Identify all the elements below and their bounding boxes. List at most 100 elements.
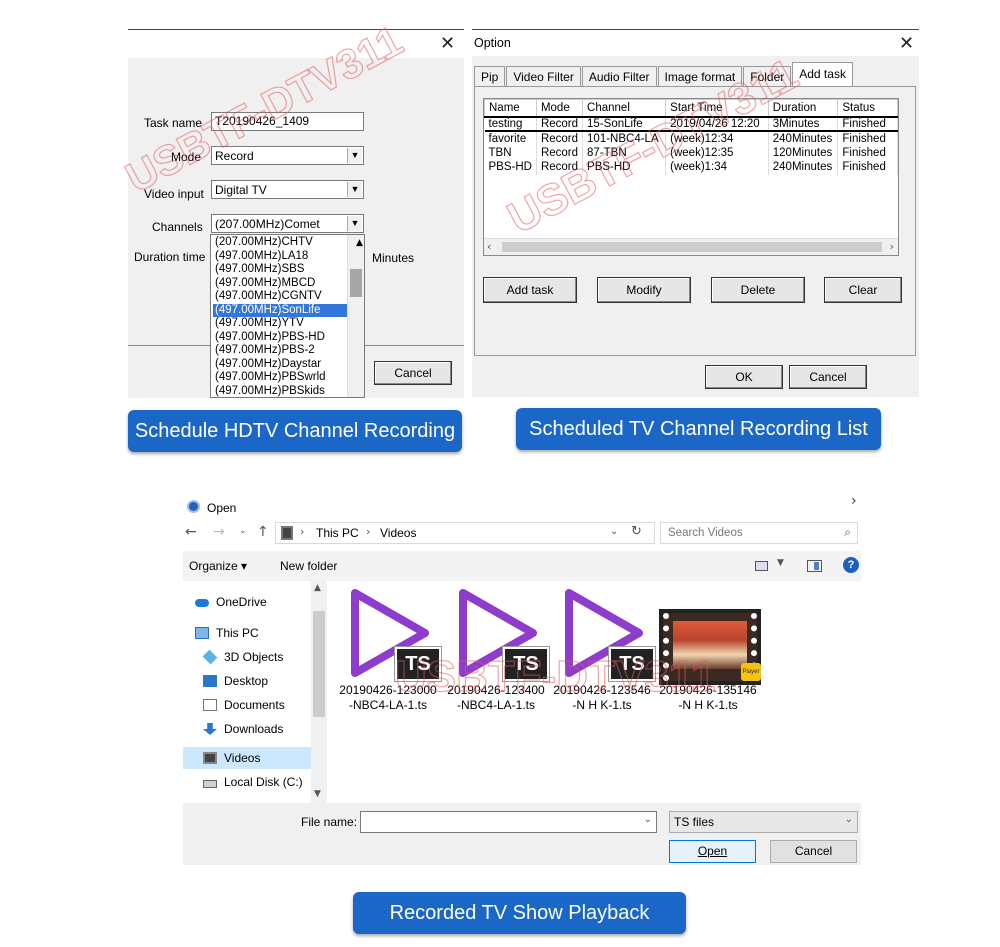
channel-option[interactable]: (497.00MHz)MBCD — [213, 277, 348, 291]
file-name-line: 20190426-135146 — [659, 683, 757, 697]
delete-button[interactable]: Delete — [711, 277, 805, 303]
horizontal-scrollbar[interactable]: ‹ › — [484, 238, 898, 255]
clear-button[interactable]: Clear — [824, 277, 902, 303]
chevron-down-icon[interactable]: ⌄ — [644, 814, 652, 825]
chevron-down-icon[interactable]: ▼ — [314, 789, 321, 799]
tab-panel: Name Mode Channel Start Time Duration Status … — [474, 86, 916, 356]
help-icon[interactable]: ? — [843, 557, 859, 573]
sidebar-item-videos[interactable]: Videos — [183, 747, 311, 769]
chevron-down-icon[interactable]: ▼ — [347, 182, 362, 197]
list-item[interactable]: TS 20190426-123546 -N H K-1.ts — [547, 585, 657, 713]
refresh-icon[interactable]: ↻ — [631, 524, 642, 539]
channel-option[interactable]: (497.00MHz)CGNTV — [213, 290, 348, 304]
up-icon[interactable]: ↑ — [257, 524, 269, 540]
column-header[interactable]: Duration — [767, 99, 839, 117]
chevron-down-icon[interactable]: ▼ — [777, 558, 784, 568]
table-cell: 120Minutes — [768, 145, 839, 160]
search-input[interactable]: Search Videos — [668, 527, 743, 539]
tab-video-filter[interactable]: Video Filter — [506, 66, 581, 86]
column-header[interactable]: Status — [837, 99, 898, 117]
cancel-button[interactable]: Cancel — [374, 361, 452, 385]
channel-option[interactable]: (497.00MHz)SonLife — [213, 303, 348, 317]
cancel-button[interactable]: Cancel — [770, 840, 857, 863]
list-item[interactable]: TS 20190426-123400 -NBC4-LA-1.ts — [441, 585, 551, 713]
address-bar[interactable]: › This PC › Videos ⌄ ↻ — [275, 522, 655, 544]
mode-select[interactable]: Record ▼ — [211, 146, 364, 165]
table-row[interactable]: favorite Record 101-NBC4-LA (week)12:34 240M… — [484, 131, 898, 146]
video-input-select[interactable]: Digital TV ▼ — [211, 180, 364, 199]
file-name-input[interactable]: ⌄ — [360, 811, 657, 833]
channel-option[interactable]: (497.00MHz)PBSwrld — [213, 371, 348, 385]
scrollbar-thumb[interactable] — [350, 269, 362, 297]
chevron-down-icon[interactable]: ⌄ — [845, 814, 853, 825]
sidebar-item-desktop[interactable]: Desktop — [195, 670, 307, 692]
sidebar-item-documents[interactable]: Documents — [195, 694, 307, 716]
close-icon[interactable]: ✕ — [899, 35, 914, 53]
channel-option[interactable]: (497.00MHz)YTV — [213, 317, 348, 331]
chevron-right-icon[interactable]: › — [851, 493, 857, 509]
sidebar-item-local-disk-c[interactable]: Local Disk (C:) — [195, 771, 307, 793]
tab-pip[interactable]: Pip — [474, 66, 506, 86]
column-header[interactable]: Name — [484, 99, 537, 117]
file-type-select[interactable]: TS files ⌄ — [669, 811, 858, 833]
video-folder-icon — [203, 752, 217, 764]
breadcrumb-this-pc[interactable]: This PC — [316, 526, 359, 540]
view-icon[interactable] — [755, 561, 768, 571]
column-header[interactable]: Start Time — [665, 99, 769, 117]
tab-audio-filter[interactable]: Audio Filter — [581, 66, 657, 86]
sidebar-item-this-pc[interactable]: This PC — [187, 622, 307, 644]
chevron-down-icon[interactable]: ▼ — [347, 216, 362, 231]
back-icon[interactable]: ← — [185, 524, 197, 540]
chevron-right-icon[interactable]: › — [890, 240, 894, 253]
chevron-down-icon[interactable]: ▼ — [347, 148, 362, 163]
channel-option[interactable]: (497.00MHz)SBS — [213, 263, 348, 277]
table-row[interactable]: TBN Record 87-TBN (week)12:35 120Minutes Fini… — [484, 145, 898, 160]
search-box[interactable]: Search Videos ⌕ — [660, 522, 858, 544]
column-header[interactable]: Mode — [535, 99, 584, 117]
chevron-down-icon[interactable]: ⌄ — [239, 526, 247, 536]
open-button[interactable]: Open — [669, 840, 756, 863]
chevron-left-icon[interactable]: ‹ — [487, 240, 491, 253]
new-folder-button[interactable]: New folder — [280, 559, 337, 573]
search-icon[interactable]: ⌕ — [844, 525, 851, 540]
list-item[interactable]: TS 20190426-123000 -NBC4-LA-1.ts — [333, 585, 443, 713]
channel-option[interactable]: (497.00MHz)LA18 — [213, 250, 348, 264]
list-item[interactable]: Player 20190426-135146 -N H K-1.ts — [653, 585, 763, 713]
forward-icon[interactable]: → — [213, 524, 225, 540]
sidebar-item-3d-objects[interactable]: 3D Objects — [195, 646, 307, 668]
task-name-input[interactable]: T20190426_1409 — [211, 112, 364, 131]
chevron-up-icon[interactable]: ▲ — [314, 583, 321, 593]
channel-option[interactable]: (497.00MHz)Daystar — [213, 358, 348, 372]
tab-folder[interactable]: Folder — [743, 66, 792, 86]
chevron-down-icon[interactable]: ⌄ — [610, 526, 618, 537]
scrollbar-thumb[interactable] — [502, 242, 882, 252]
table-row[interactable]: PBS-HD Record PBS-HD (week)1:34 240Minutes Fi… — [484, 160, 898, 175]
sidebar-item-onedrive[interactable]: OneDrive — [187, 591, 307, 613]
channel-option[interactable]: (497.00MHz)PBS-HD — [213, 331, 348, 345]
channel-option[interactable]: (497.00MHz)PBSkids — [213, 385, 348, 398]
breadcrumb-videos[interactable]: Videos — [380, 526, 416, 540]
channel-option[interactable]: (497.00MHz)PBS-2 — [213, 344, 348, 358]
modify-button[interactable]: Modify — [597, 277, 691, 303]
table-row[interactable]: testing Record 15-SonLife 2019/04/26 12:20 3… — [484, 116, 898, 131]
close-icon[interactable]: ✕ — [440, 35, 455, 53]
ok-button[interactable]: OK — [705, 365, 783, 389]
task-list[interactable]: Name Mode Channel Start Time Duration Status … — [483, 98, 899, 256]
nav-scrollbar[interactable]: ▲ ▼ — [311, 581, 327, 803]
organize-button[interactable]: Organize ▾ — [189, 559, 247, 573]
channel-option[interactable]: (207.00MHz)CHTV — [213, 236, 348, 250]
tab-image-format[interactable]: Image format — [657, 66, 743, 86]
preview-pane-icon[interactable] — [807, 560, 822, 572]
scrollbar[interactable]: ▲ — [347, 235, 364, 397]
chevron-up-icon[interactable]: ▲ — [350, 237, 364, 251]
sidebar-item-downloads[interactable]: Downloads — [195, 718, 307, 740]
channel-dropdown-list[interactable]: (207.00MHz)CHTV (497.00MHz)LA18 (497.00MHz… — [210, 234, 365, 398]
add-task-button[interactable]: Add task — [483, 277, 577, 303]
column-header[interactable]: Channel — [582, 99, 667, 117]
document-icon — [203, 699, 217, 711]
scrollbar-thumb[interactable] — [313, 611, 325, 717]
channels-select[interactable]: (207.00MHz)Comet ▼ — [211, 214, 364, 233]
tab-add-task[interactable]: Add task — [792, 62, 853, 86]
cancel-button[interactable]: Cancel — [789, 365, 867, 389]
table-cell: 101-NBC4-LA — [582, 131, 667, 146]
